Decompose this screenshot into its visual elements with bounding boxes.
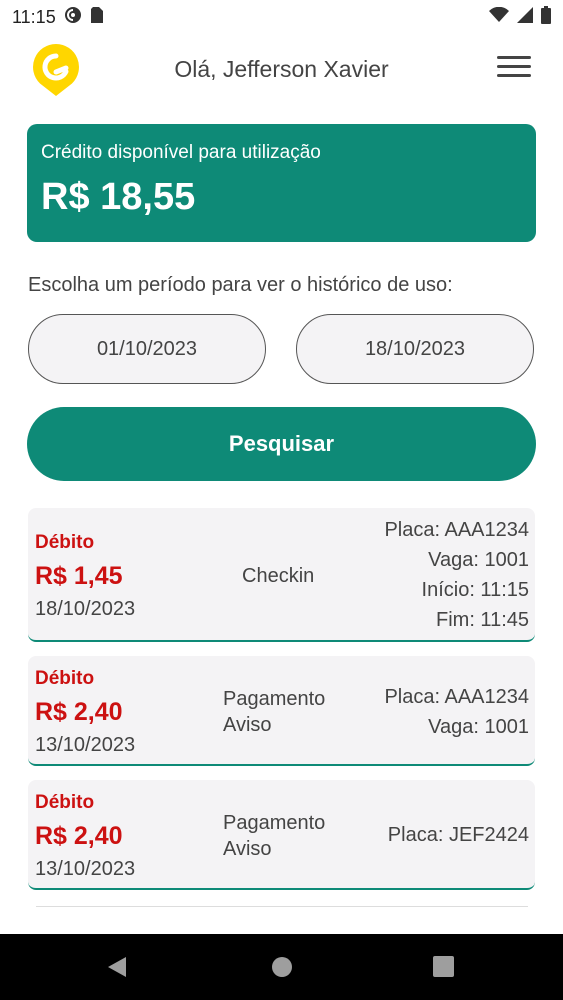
transaction-date: 13/10/2023 — [35, 858, 136, 880]
history-card[interactable]: Débito R$ 1,45 18/10/2023 Checkin Placa:… — [28, 508, 535, 642]
menu-line-icon — [497, 74, 531, 77]
sim-card-icon — [90, 6, 104, 29]
menu-button[interactable] — [497, 56, 531, 82]
detail-start: Início: 11:15 — [421, 579, 529, 601]
start-date-input[interactable]: 01/10/2023 — [28, 314, 266, 384]
credit-card: Crédito disponível para utilização R$ 18… — [27, 124, 536, 242]
recents-icon[interactable] — [433, 956, 454, 982]
list-divider — [36, 906, 528, 907]
transaction-amount: R$ 1,45 — [35, 562, 123, 590]
detail-plate: Placa: AAA1234 — [384, 519, 529, 541]
transaction-date: 18/10/2023 — [35, 598, 136, 620]
signal-icon — [517, 6, 533, 28]
status-bar: 11:15 — [0, 0, 563, 34]
credit-label: Crédito disponível para utilização — [41, 142, 321, 163]
transaction-date: 13/10/2023 — [35, 734, 136, 756]
end-date-input[interactable]: 18/10/2023 — [296, 314, 534, 384]
app-header: Olá, Jefferson Xavier — [0, 34, 563, 106]
description-line: Pagamento — [223, 812, 326, 834]
system-nav-bar — [0, 934, 563, 1000]
credit-value: R$ 18,55 — [41, 176, 196, 218]
history-card[interactable]: Débito R$ 2,40 13/10/2023 Pagamento Avis… — [28, 656, 535, 766]
greeting-text: Olá, Jefferson Xavier — [174, 56, 389, 82]
description-line: Pagamento — [223, 688, 326, 710]
search-button[interactable]: Pesquisar — [27, 407, 536, 481]
battery-icon — [541, 5, 551, 29]
transaction-details: Placa: AAA1234 Vaga: 1001 — [384, 682, 529, 742]
wifi-icon — [489, 6, 509, 28]
history-card[interactable]: Débito R$ 2,40 13/10/2023 Pagamento Avis… — [28, 780, 535, 890]
back-icon[interactable] — [106, 956, 128, 983]
transaction-description: Checkin — [242, 563, 314, 589]
detail-end: Fim: 11:45 — [436, 609, 529, 631]
transaction-amount: R$ 2,40 — [35, 698, 123, 726]
transaction-details: Placa: JEF2424 — [388, 820, 529, 850]
description-line: Checkin — [242, 565, 315, 587]
detail-plate: Placa: AAA1234 — [384, 686, 529, 708]
transaction-type: Débito — [35, 668, 95, 689]
period-label: Escolha um período para ver o histórico … — [28, 274, 453, 296]
status-time: 11:15 — [12, 6, 56, 27]
transaction-details: Placa: AAA1234 Vaga: 1001 Início: 11:15 … — [384, 515, 529, 635]
menu-line-icon — [497, 56, 531, 59]
status-right — [489, 5, 551, 29]
transaction-description: Pagamento Aviso — [223, 686, 325, 738]
transaction-description: Pagamento Aviso — [223, 810, 325, 862]
detail-spot: Vaga: 1001 — [428, 716, 529, 738]
description-line: Aviso — [223, 838, 272, 860]
transaction-type: Débito — [35, 792, 95, 813]
description-line: Aviso — [223, 714, 272, 736]
detail-plate: Placa: JEF2424 — [387, 824, 529, 846]
detail-spot: Vaga: 1001 — [428, 549, 529, 571]
pocket-casts-icon — [64, 6, 82, 29]
transaction-type: Débito — [35, 532, 95, 553]
status-left: 11:15 — [12, 6, 104, 29]
menu-line-icon — [497, 65, 531, 68]
transaction-amount: R$ 2,40 — [35, 822, 123, 850]
home-icon[interactable] — [271, 956, 293, 983]
